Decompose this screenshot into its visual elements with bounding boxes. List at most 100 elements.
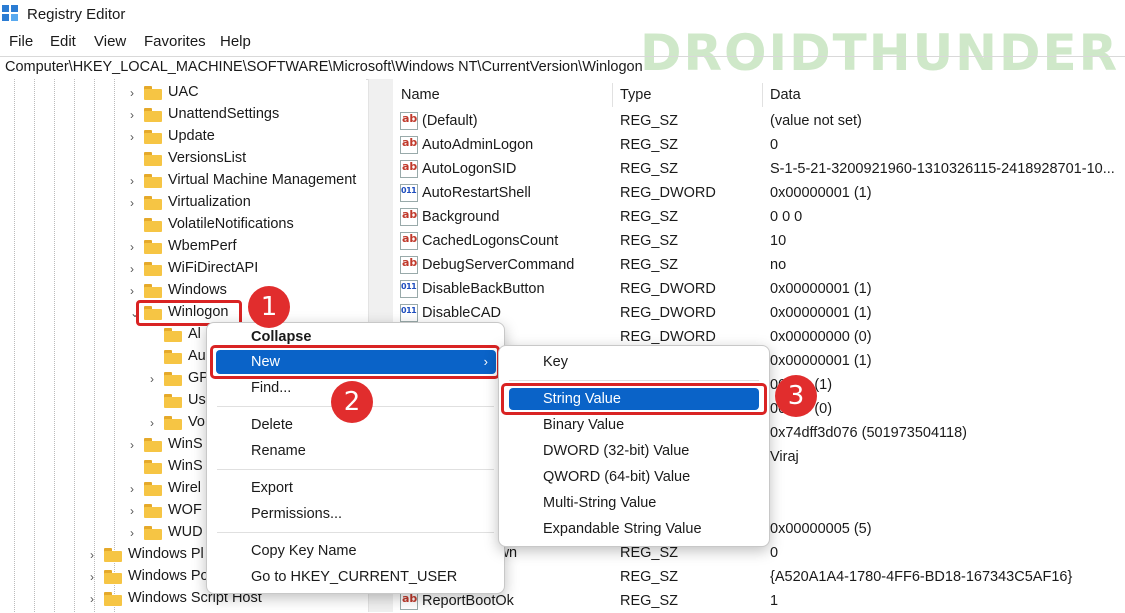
folder-icon: [144, 174, 162, 188]
string-value-icon: [400, 256, 418, 274]
column-name[interactable]: Name: [401, 87, 440, 103]
string-value-icon: [400, 112, 418, 130]
value-type: REG_DWORD: [620, 329, 716, 345]
value-data: 10: [770, 233, 787, 249]
chevron-right-icon[interactable]: ›: [130, 504, 142, 518]
table-row[interactable]: DebugServerCommand REG_SZ no: [393, 253, 1125, 277]
table-row[interactable]: CachedLogonsCount REG_SZ 10: [393, 229, 1125, 253]
table-row[interactable]: Background REG_SZ 0 0 0: [393, 205, 1125, 229]
value-data: Viraj: [770, 449, 799, 465]
value-type: REG_DWORD: [620, 281, 716, 297]
value-type: REG_SZ: [620, 545, 679, 561]
chevron-right-icon[interactable]: ›: [130, 86, 142, 100]
chevron-right-icon[interactable]: ›: [130, 482, 142, 496]
column-type[interactable]: Type: [620, 87, 651, 103]
step-badge-2: 2: [331, 381, 373, 423]
submenu-string-value[interactable]: String Value: [543, 391, 621, 407]
folder-icon: [144, 262, 162, 276]
chevron-right-icon[interactable]: ›: [130, 438, 142, 452]
chevron-right-icon[interactable]: ›: [150, 372, 162, 386]
value-type: REG_SZ: [620, 569, 679, 585]
folder-icon: [104, 592, 122, 606]
chevron-right-icon[interactable]: ›: [90, 570, 102, 584]
table-row[interactable]: DisableBackButton REG_DWORD 0x00000001 (1): [393, 277, 1125, 301]
folder-icon: [144, 196, 162, 210]
value-name: DisableCAD: [422, 305, 501, 321]
new-submenu: Key String Value Binary Value DWORD (32-…: [498, 345, 770, 547]
submenu-multi-string-value[interactable]: Multi-String Value: [543, 495, 656, 511]
table-row[interactable]: AutoLogonSID REG_SZ S-1-5-21-3200921960-13…: [393, 157, 1125, 181]
submenu-binary-value[interactable]: Binary Value: [543, 417, 624, 433]
submenu-qword-value[interactable]: QWORD (64-bit) Value: [543, 469, 690, 485]
step-badge-3: 3: [775, 375, 817, 417]
menu-copy-key-name[interactable]: Copy Key Name: [251, 543, 357, 559]
menu-favorites[interactable]: Favorites: [144, 33, 206, 50]
value-name: AutoLogonSID: [422, 161, 517, 177]
menu-view[interactable]: View: [94, 33, 126, 50]
menu-help[interactable]: Help: [220, 33, 251, 50]
chevron-right-icon: ›: [483, 354, 488, 369]
menu-find[interactable]: Find...: [251, 380, 291, 396]
folder-icon: [144, 108, 162, 122]
value-data: 0x00000005 (5): [770, 521, 872, 537]
chevron-right-icon[interactable]: ›: [90, 548, 102, 562]
context-menu: Collapse New › Find... Delete Rename Exp…: [206, 322, 505, 594]
table-row[interactable]: (Default) REG_SZ (value not set): [393, 109, 1125, 133]
submenu-key[interactable]: Key: [543, 354, 568, 370]
address-bar[interactable]: Computer\HKEY_LOCAL_MACHINE\SOFTWARE\Mic…: [0, 56, 1125, 80]
column-data[interactable]: Data: [770, 87, 801, 103]
submenu-dword-value[interactable]: DWORD (32-bit) Value: [543, 443, 689, 459]
table-row[interactable]: ReportBootOk REG_SZ 1: [393, 589, 1125, 613]
folder-icon: [144, 284, 162, 298]
folder-icon: [104, 570, 122, 584]
value-type: REG_SZ: [620, 233, 679, 249]
chevron-right-icon[interactable]: ›: [130, 284, 142, 298]
folder-icon: [144, 526, 162, 540]
chevron-right-icon[interactable]: ›: [130, 196, 142, 210]
string-value-icon: [400, 160, 418, 178]
registry-editor-icon: [2, 5, 20, 23]
chevron-right-icon[interactable]: ›: [130, 108, 142, 122]
folder-icon: [144, 152, 162, 166]
menu-new[interactable]: New: [251, 354, 280, 370]
chevron-right-icon[interactable]: ›: [130, 262, 142, 276]
chevron-right-icon[interactable]: ›: [130, 526, 142, 540]
value-data: 0x00000001 (1): [770, 185, 872, 201]
menu-export[interactable]: Export: [251, 480, 293, 496]
value-data: 1: [770, 593, 779, 609]
value-data: {A520A1A4-1780-4FF6-BD18-167343C5AF16}: [770, 569, 1073, 585]
value-data: 0x00000001 (1): [770, 353, 872, 369]
string-value-icon: [400, 208, 418, 226]
menu-delete[interactable]: Delete: [251, 417, 293, 433]
submenu-expandable-string-value[interactable]: Expandable String Value: [543, 521, 702, 537]
folder-icon: [164, 328, 182, 342]
chevron-right-icon[interactable]: ›: [150, 416, 162, 430]
value-type: REG_DWORD: [620, 185, 716, 201]
folder-icon: [164, 416, 182, 430]
chevron-right-icon[interactable]: ›: [130, 174, 142, 188]
folder-icon: [144, 86, 162, 100]
table-row[interactable]: DisableCAD REG_DWORD 0x00000001 (1): [393, 301, 1125, 325]
folder-icon: [164, 372, 182, 386]
menu-goto-hkcu[interactable]: Go to HKEY_CURRENT_USER: [251, 569, 457, 585]
value-type: REG_SZ: [620, 593, 679, 609]
menu-file[interactable]: File: [9, 33, 33, 50]
menu-rename[interactable]: Rename: [251, 443, 306, 459]
menu-permissions[interactable]: Permissions...: [251, 506, 342, 522]
chevron-right-icon[interactable]: ›: [90, 592, 102, 606]
value-name: DisableBackButton: [422, 281, 545, 297]
value-name: ReportBootOk: [422, 593, 514, 609]
column-header: Name Type Data: [393, 79, 1125, 109]
value-data: S-1-5-21-3200921960-1310326115-241892870…: [770, 161, 1115, 177]
value-type: REG_SZ: [620, 113, 679, 129]
folder-icon: [144, 130, 162, 144]
chevron-right-icon[interactable]: ›: [130, 240, 142, 254]
menu-collapse[interactable]: Collapse: [251, 329, 311, 345]
menu-edit[interactable]: Edit: [50, 33, 76, 50]
value-name: CachedLogonsCount: [422, 233, 559, 249]
chevron-right-icon[interactable]: ›: [130, 130, 142, 144]
folder-icon: [144, 438, 162, 452]
string-value-annotation-box: [501, 383, 767, 415]
table-row[interactable]: AutoAdminLogon REG_SZ 0: [393, 133, 1125, 157]
table-row[interactable]: AutoRestartShell REG_DWORD 0x00000001 (1): [393, 181, 1125, 205]
